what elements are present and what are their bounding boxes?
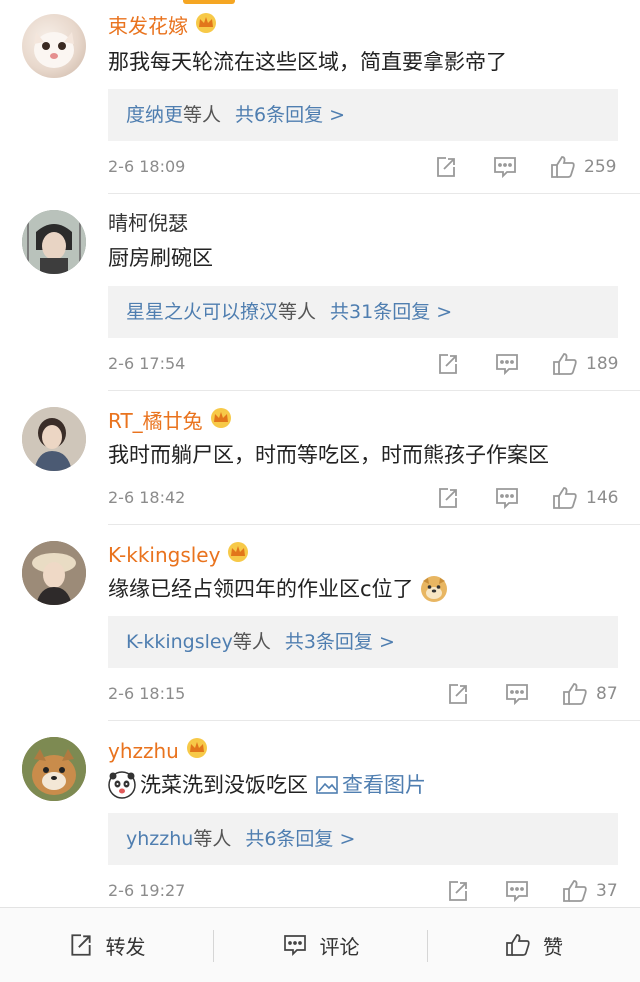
username-text[interactable]: 晴柯倪瑟	[108, 210, 188, 236]
username-text[interactable]: yhzzhu	[108, 738, 179, 764]
reply-etal: 等人	[232, 631, 271, 653]
divider	[108, 193, 640, 194]
comment-text-content: 缘缘已经占领四年的作业区c位了	[108, 577, 414, 601]
bottom-action-bar: 转发 评论 赞	[0, 907, 640, 982]
reply-names[interactable]: 度纳更	[126, 104, 183, 126]
reply-count-link[interactable]: 共6条回复 >	[245, 828, 355, 850]
username-text[interactable]: 束发花嫁	[108, 13, 188, 39]
repost-icon[interactable]	[436, 486, 460, 510]
username[interactable]: 束发花嫁	[108, 12, 218, 40]
like-button[interactable]: 87	[562, 682, 618, 706]
avatar[interactable]	[22, 14, 86, 78]
vip-crown-icon	[185, 737, 209, 765]
username-text[interactable]: K-kkingsley	[108, 542, 220, 568]
divider	[108, 720, 640, 721]
comment-text: 洗菜洗到没饭吃区 查看图片	[108, 771, 426, 799]
reply-summary[interactable]: yhzzhu等人 共6条回复 >	[108, 813, 618, 865]
comment-icon[interactable]	[504, 879, 530, 903]
repost-icon[interactable]	[446, 879, 470, 903]
repost-icon[interactable]	[436, 352, 460, 376]
repost-icon[interactable]	[446, 682, 470, 706]
reply-summary[interactable]: 度纳更等人 共6条回复 >	[108, 89, 618, 141]
vip-crown-icon	[226, 541, 250, 569]
comment-meta: 2-6 17:54 189	[108, 350, 620, 378]
vip-crown-icon	[194, 12, 218, 40]
comment-meta: 2-6 18:42 146	[108, 484, 620, 512]
comment-icon[interactable]	[494, 352, 520, 376]
comment-meta: 2-6 18:09 259	[108, 153, 620, 181]
comment-button[interactable]: 评论	[214, 908, 427, 982]
timestamp: 2-6 18:15	[108, 684, 186, 703]
comment-meta: 2-6 18:15 87	[108, 680, 620, 708]
thumbs-up-icon	[505, 933, 543, 957]
like-label: 赞	[543, 934, 563, 959]
like-count: 146	[586, 488, 619, 508]
comment-text: 缘缘已经占领四年的作业区c位了	[108, 575, 448, 603]
like-button[interactable]: 259	[550, 155, 616, 179]
comment-icon[interactable]	[504, 682, 530, 706]
avatar[interactable]	[22, 737, 86, 801]
username[interactable]: K-kkingsley	[108, 541, 250, 569]
comment-text-content: 洗菜洗到没饭吃区	[140, 773, 308, 797]
reply-summary[interactable]: K-kkingsley等人 共3条回复 >	[108, 616, 618, 668]
doge-emoji-icon	[420, 575, 448, 603]
like-button[interactable]: 189	[552, 352, 618, 376]
reply-etal: 等人	[278, 301, 317, 323]
like-button-bottom[interactable]: 赞	[428, 908, 640, 982]
reply-names[interactable]: yhzzhu	[126, 828, 193, 850]
reply-count-link[interactable]: 共6条回复 >	[235, 104, 345, 126]
username[interactable]: yhzzhu	[108, 737, 209, 765]
like-count: 189	[586, 354, 619, 374]
username[interactable]: 晴柯倪瑟	[108, 210, 188, 236]
like-button[interactable]: 37	[562, 879, 618, 903]
avatar[interactable]	[22, 407, 86, 471]
like-count: 37	[596, 881, 618, 901]
reply-count-link[interactable]: 共31条回复 >	[330, 301, 452, 323]
repost-icon	[68, 932, 106, 958]
comment-text: 那我每天轮流在这些区域，简直要拿影帝了	[108, 50, 507, 74]
vip-crown-icon	[209, 407, 233, 435]
avatar[interactable]	[22, 210, 86, 274]
panda-emoji-icon	[108, 771, 136, 799]
repost-icon[interactable]	[434, 155, 458, 179]
comment-icon[interactable]	[494, 486, 520, 510]
reply-etal: 等人	[193, 828, 232, 850]
timestamp: 2-6 19:27	[108, 881, 186, 900]
timestamp: 2-6 17:54	[108, 354, 186, 373]
reply-summary[interactable]: 星星之火可以撩汉等人 共31条回复 >	[108, 286, 618, 338]
view-image-link[interactable]: 查看图片	[316, 771, 426, 799]
scroll-indicator	[183, 0, 235, 4]
timestamp: 2-6 18:42	[108, 488, 186, 507]
comment-text: 厨房刷碗区	[108, 246, 213, 270]
like-button[interactable]: 146	[552, 486, 618, 510]
view-image-label[interactable]: 查看图片	[342, 771, 426, 799]
comment-icon[interactable]	[492, 155, 518, 179]
divider	[108, 390, 640, 391]
reply-names[interactable]: K-kkingsley	[126, 631, 233, 653]
comment-text: 我时而躺尸区，时而等吃区，时而熊孩子作案区	[108, 443, 549, 467]
like-count: 87	[596, 684, 618, 704]
reply-names[interactable]: 星星之火可以撩汉	[126, 301, 278, 323]
reply-etal: 等人	[183, 104, 222, 126]
divider	[108, 524, 640, 525]
avatar[interactable]	[22, 541, 86, 605]
comment-label: 评论	[319, 934, 360, 959]
like-count: 259	[584, 157, 617, 177]
username[interactable]: RT_橘廿兔	[108, 407, 233, 435]
username-text[interactable]: RT_橘廿兔	[108, 408, 203, 434]
repost-label: 转发	[105, 934, 146, 959]
comment-meta: 2-6 19:27 37	[108, 877, 620, 905]
comment-icon	[282, 933, 320, 957]
reply-count-link[interactable]: 共3条回复 >	[285, 631, 395, 653]
timestamp: 2-6 18:09	[108, 157, 186, 176]
repost-button[interactable]: 转发	[0, 908, 213, 982]
